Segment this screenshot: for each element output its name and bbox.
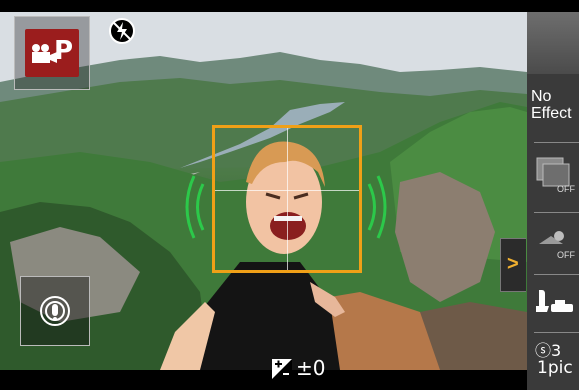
panel-expand-tab[interactable]: > — [500, 238, 526, 292]
shutter-touch-icon — [536, 290, 573, 312]
exposure-value: ±0 — [296, 356, 326, 380]
camera-screen: P ±0 No Effect OFF OFF > ⓢ3 1pic — [0, 0, 579, 390]
shooting-mode-button[interactable]: P — [14, 16, 90, 90]
filter-off-button[interactable]: OFF — [533, 152, 579, 198]
effect-label-line2: Effect — [531, 105, 572, 122]
picture-count[interactable]: 1pic — [537, 358, 573, 378]
af-focus-frame[interactable] — [212, 125, 362, 273]
panel-divider — [534, 142, 579, 143]
effect-label[interactable]: No Effect — [531, 88, 572, 122]
crosshair-vertical — [287, 128, 288, 270]
flash-off-icon — [107, 16, 137, 46]
svg-text:OFF: OFF — [557, 250, 575, 260]
panel-divider — [534, 274, 579, 275]
svg-text:OFF: OFF — [557, 184, 575, 194]
creative-control-panel: No Effect OFF OFF — [527, 12, 579, 390]
exposure-compensation-icon — [272, 359, 292, 379]
defocus-off-button[interactable]: OFF — [533, 222, 579, 268]
panel-divider — [534, 332, 579, 333]
effect-preview-thumbnail[interactable] — [527, 12, 579, 74]
movie-p-mode-icon: P — [25, 29, 79, 77]
mode-label: P — [53, 36, 73, 66]
defocus-off-icon: OFF — [539, 231, 575, 260]
touch-af-button[interactable] — [20, 276, 90, 346]
panel-divider — [534, 212, 579, 213]
effect-label-line1: No — [531, 88, 552, 105]
filter-off-icon: OFF — [536, 157, 575, 194]
touch-shutter-button[interactable] — [533, 282, 579, 328]
touch-af-icon — [40, 296, 70, 326]
chevron-right-icon: > — [507, 253, 519, 275]
